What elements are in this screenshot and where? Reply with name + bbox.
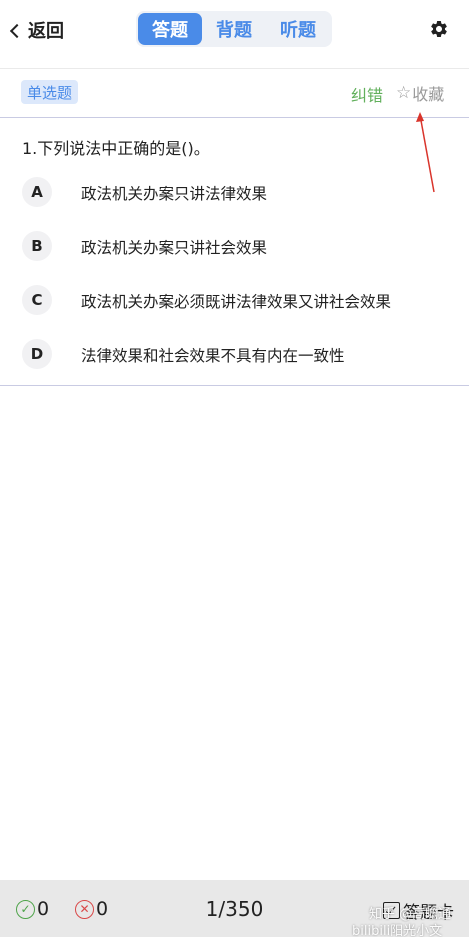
star-outline-icon: ☆	[396, 82, 412, 103]
tab-answer[interactable]: 答题	[138, 13, 202, 45]
tab-listen[interactable]: 听题	[266, 13, 330, 45]
option-letter: B	[22, 231, 52, 261]
top-bar: 返回 答题 背题 听题	[0, 0, 469, 68]
option-d[interactable]: D 法律效果和社会效果不具有内在一致性	[0, 327, 469, 381]
back-button[interactable]: 返回	[9, 16, 64, 44]
option-a[interactable]: A 政法机关办案只讲法律效果	[0, 165, 469, 219]
option-letter: A	[22, 177, 52, 207]
option-text: 政法机关办案必须既讲法律效果又讲社会效果	[81, 293, 392, 311]
option-list: A 政法机关办案只讲法律效果 B 政法机关办案只讲社会效果 C 政法机关办案必须…	[0, 165, 469, 381]
mode-tabs: 答题 背题 听题	[136, 11, 332, 47]
question-type-badge: 单选题	[21, 80, 79, 104]
question-text: 1.下列说法中正确的是()。	[22, 139, 210, 158]
option-text: 政法机关办案只讲法律效果	[81, 185, 268, 203]
favorite-label: 收藏	[412, 85, 445, 104]
option-text: 法律效果和社会效果不具有内在一致性	[81, 347, 345, 365]
favorite-button[interactable]: ☆ 收藏	[396, 81, 444, 105]
back-label: 返回	[28, 21, 64, 42]
chevron-left-icon	[9, 23, 25, 38]
question-info-bar: 单选题 纠错 ☆ 收藏	[0, 68, 469, 118]
tab-recite[interactable]: 背题	[202, 13, 266, 45]
option-letter: D	[22, 339, 52, 369]
watermark-bilibili: bilibili阳光小文	[352, 924, 443, 937]
option-text: 政法机关办案只讲社会效果	[81, 239, 268, 257]
content-divider	[0, 385, 469, 386]
option-b[interactable]: B 政法机关办案只讲社会效果	[0, 219, 469, 273]
option-letter: C	[22, 285, 52, 315]
option-c[interactable]: C 政法机关办案必须既讲法律效果又讲社会效果	[0, 273, 469, 327]
report-error-button[interactable]: 纠错	[351, 82, 383, 106]
gear-icon[interactable]	[429, 19, 449, 39]
